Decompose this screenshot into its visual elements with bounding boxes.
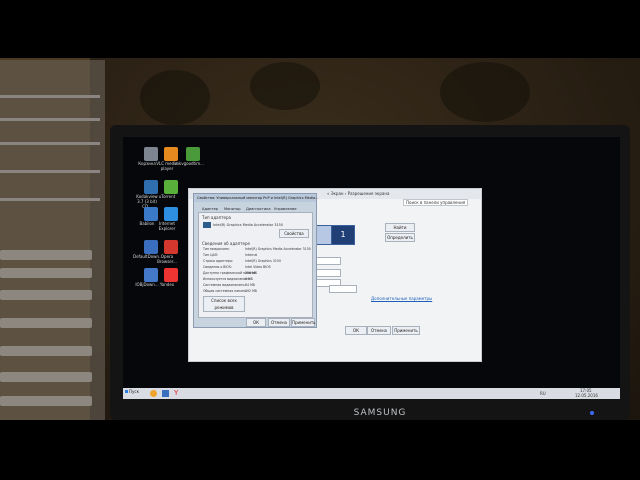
rack-bar (0, 142, 100, 145)
internet-explorer-icon (163, 207, 178, 221)
display-adapter-icon (203, 222, 211, 228)
cd-case (0, 268, 92, 278)
cd-case (0, 290, 92, 300)
info-label: Тип микросхем: (203, 247, 230, 251)
desktop-icon[interactable]: mkvgoodtim... (175, 147, 204, 166)
cancel-button[interactable]: Отмена (367, 326, 391, 335)
info-label: Сведения о BIOS: (203, 265, 233, 269)
desktop-icon-label: mkvgoodtim... (175, 161, 204, 166)
dialog-body: Тип адаптера Intel(R) Graphics Media Acc… (198, 212, 313, 318)
app-icon (143, 268, 158, 282)
list-all-modes-button[interactable]: Список всех режимов (203, 296, 245, 312)
recycle-bin-icon (143, 147, 158, 161)
info-label: Тип ЦАП: (203, 253, 219, 257)
desktop-icon-label: Opera Browser... (157, 254, 177, 264)
adapter-properties-dialog[interactable]: Свойства: Универсальный монитор PnP и In… (193, 193, 319, 328)
cd-case (0, 318, 92, 328)
advanced-settings-link[interactable]: Дополнительные параметры (371, 296, 432, 301)
language-indicator[interactable]: RU (540, 391, 546, 396)
tab-diagnostics[interactable]: Диагностика (246, 207, 271, 211)
apply-button[interactable]: Применить (392, 326, 420, 335)
info-value: 192 МБ (245, 289, 258, 293)
info-value: Intel(R) Graphics Media Accelerator 3150 (245, 247, 311, 251)
cd-rack (0, 60, 105, 420)
adapter-name: Intel(R) Graphics Media Accelerator 3150 (213, 223, 283, 227)
app-icon (143, 240, 158, 254)
info-label: Используется видеопамяти: (203, 277, 251, 281)
chrome-taskbar-icon[interactable] (150, 390, 157, 397)
desktop-icon-label: Yandex (159, 282, 175, 287)
app-icon (143, 207, 158, 221)
resolution-select[interactable] (315, 269, 341, 277)
adapter-type-header: Тип адаптера (202, 215, 231, 220)
wallpaper-flower (140, 70, 210, 125)
cd-case (0, 346, 92, 356)
rack-bar (0, 198, 100, 201)
start-button[interactable]: Пуск (125, 389, 143, 398)
info-value: Intel(R) Graphics 3150 (245, 259, 281, 263)
ok-button[interactable]: ОК (345, 326, 367, 335)
search-input[interactable]: Поиск в панели управления (403, 199, 469, 206)
identify-button[interactable]: Определить (385, 233, 415, 242)
utorrent-icon (163, 180, 178, 194)
wallpaper-flower (250, 62, 320, 110)
rack-bar (0, 95, 100, 98)
dialog-ok-button[interactable]: ОК (246, 318, 266, 327)
desktop-icon-label: Internet Explorer (158, 221, 176, 231)
rack-bar (0, 118, 100, 121)
desktop-icon-label: uTorrent (158, 194, 176, 199)
explorer-taskbar-icon[interactable] (162, 390, 169, 397)
info-value: 0 МБ (245, 277, 253, 281)
desktop-icon[interactable]: Opera Browser... (157, 240, 181, 264)
info-value: 64 МБ (245, 283, 256, 287)
app-icon (143, 180, 158, 194)
windows-logo-icon (125, 390, 128, 393)
wallpaper-flower (440, 62, 530, 122)
info-value: Internal (245, 253, 258, 257)
desktop-icon[interactable]: Yandex (160, 268, 181, 287)
detect-button[interactable]: Найти (385, 223, 415, 232)
dialog-apply-button[interactable]: Применить (291, 318, 316, 327)
desktop-icon[interactable]: VLC media player (156, 147, 181, 171)
adapter-info-header: Сведения об адаптере (202, 241, 250, 246)
vlc-icon (163, 147, 178, 161)
tab-monitor[interactable]: Монитор (224, 207, 241, 211)
properties-button[interactable]: Свойства (279, 229, 309, 238)
info-label: Системная видеопамять: (203, 283, 246, 287)
monitor-brand: SAMSUNG (353, 408, 407, 418)
multi-display-select[interactable] (329, 285, 357, 293)
cd-case (0, 372, 92, 382)
clock-date[interactable]: 12.05.2016 (575, 393, 598, 398)
cd-case (0, 250, 92, 260)
start-label: Пуск (129, 389, 139, 394)
opera-icon (163, 240, 178, 254)
info-value: 256 МБ (245, 271, 258, 275)
display-select[interactable] (315, 257, 341, 265)
desktop-icon[interactable]: uTorrent (159, 180, 181, 199)
info-value: Intel Video BIOS (245, 265, 271, 269)
dialog-cancel-button[interactable]: Отмена (268, 318, 290, 327)
power-led (590, 411, 594, 415)
desktop-icon[interactable]: Internet Explorer (159, 207, 181, 231)
info-label: Строка адаптера: (203, 259, 234, 263)
monitor-1-box[interactable]: 1 (331, 225, 355, 245)
dialog-title: Свойства: Универсальный монитор PnP и In… (197, 196, 319, 200)
tab-adapter[interactable]: Адаптер (202, 207, 218, 211)
yandex-taskbar-icon[interactable]: Y (174, 390, 181, 397)
cd-case (0, 396, 92, 406)
breadcrumb: « Экран › Разрешение экрана (327, 191, 390, 196)
yandex-icon (163, 268, 178, 282)
info-label: Общая системная память: (203, 289, 248, 293)
rack-bar (0, 170, 100, 173)
app-icon (185, 147, 200, 161)
